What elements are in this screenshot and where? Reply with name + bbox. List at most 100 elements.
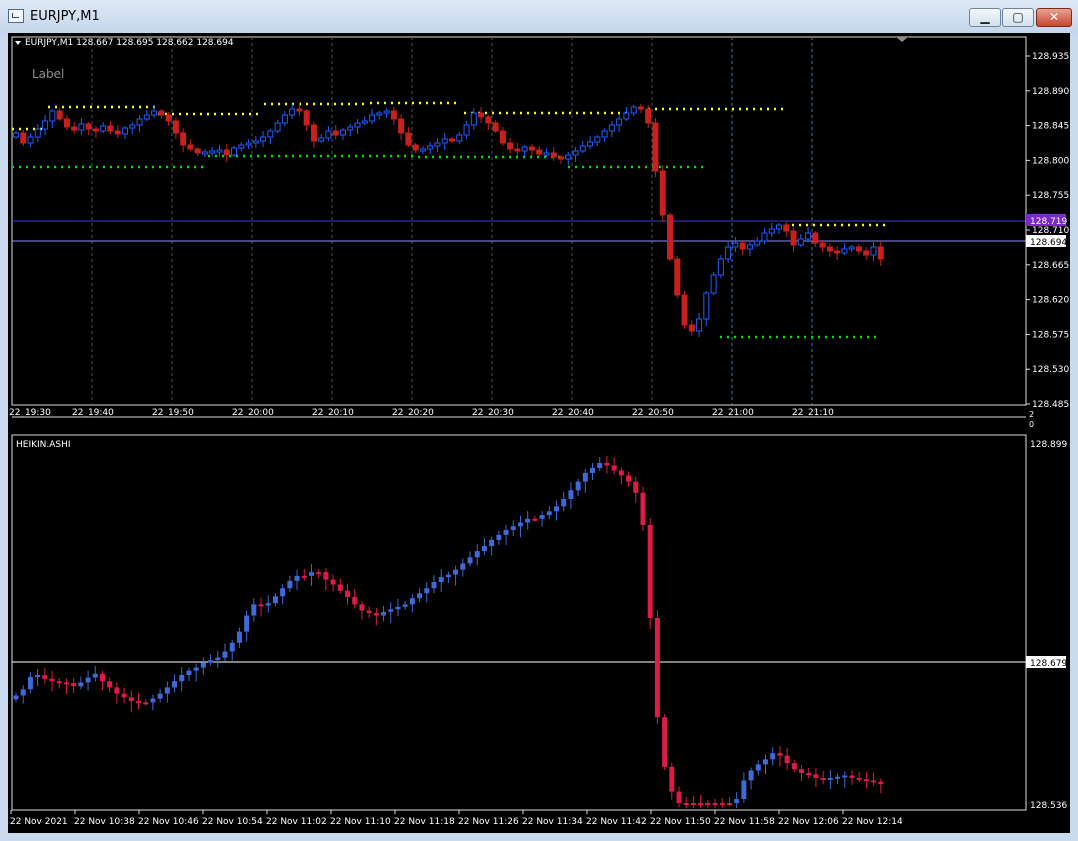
candle-body — [623, 112, 630, 120]
ha-candle-body — [215, 657, 221, 661]
minimize-button[interactable]: ▁ — [969, 8, 1001, 27]
ha-candle-body — [208, 660, 214, 663]
candle-body — [812, 232, 819, 244]
ha-candle-body — [42, 675, 48, 679]
price-tick-label: 128.890 — [1032, 87, 1069, 97]
candle-body — [151, 110, 158, 116]
ha-candle-body — [510, 526, 516, 530]
sub-price-top: 128.899 — [1030, 440, 1067, 450]
main-time-axis[interactable]: 22_19:30 22_19:40 22_19:50 22_20:00 22_20:10… — [9, 408, 1026, 418]
candle-body — [310, 124, 317, 142]
ha-candle-body — [590, 467, 596, 473]
ha-candle-body — [575, 481, 581, 491]
candle-body — [441, 138, 448, 144]
ha-candle-body — [604, 463, 610, 466]
ha-candle-body — [287, 580, 293, 589]
ha-candle-body — [726, 803, 732, 805]
close-icon: ✕ — [1048, 10, 1060, 24]
ha-candle-body — [734, 799, 740, 803]
candle-body — [434, 142, 441, 147]
window-titlebar[interactable]: EURJPY,M1 ▁ ▢ ✕ — [0, 0, 1078, 33]
ha-candle-body — [568, 490, 574, 499]
ha-candle-body — [193, 667, 199, 671]
ha-candle-body — [719, 803, 725, 805]
candle-body — [194, 148, 201, 154]
ha-candle-body — [770, 753, 776, 760]
ha-candle-body — [503, 529, 509, 535]
ha-candle-body — [561, 498, 567, 507]
ha-candle-body — [618, 470, 624, 476]
ha-candle-body — [755, 764, 761, 771]
candle-body — [281, 114, 288, 124]
ha-candle-body — [517, 522, 523, 527]
subwindow-scale-bottom: 0 — [1029, 420, 1034, 429]
candle-body — [514, 148, 521, 152]
ha-candle-body — [489, 539, 495, 547]
candle-body — [427, 145, 434, 150]
candle-body — [63, 118, 70, 128]
sub-time-axis[interactable]: 22 Nov 2021 22 Nov 10:38 22 Nov 10:46 22 No… — [10, 810, 903, 827]
ha-candle-body — [835, 776, 841, 779]
ha-candle-body — [323, 572, 329, 580]
ha-candle-body — [49, 678, 55, 682]
candle-body — [732, 242, 739, 248]
ha-candle-body — [683, 803, 689, 805]
main-chart[interactable]: EURJPY,M1 128.667 128.695 128.662 128.69… — [11, 36, 1027, 406]
ha-candle-body — [532, 518, 538, 521]
chart-area[interactable]: EURJPY,M1 128.667 128.695 128.662 128.69… — [8, 33, 1070, 833]
ha-candle-body — [431, 582, 437, 589]
candle-body — [361, 120, 368, 124]
ha-candle-body — [56, 681, 62, 684]
candle-body — [114, 130, 121, 135]
ha-candle-body — [806, 773, 812, 775]
chart-label-object[interactable]: Label — [32, 67, 64, 81]
candle-body — [761, 232, 768, 242]
time-axis-label: 22_20:10 — [312, 408, 354, 418]
candle-body — [507, 142, 514, 150]
ha-candle-body — [690, 803, 696, 805]
candle-body — [340, 129, 346, 136]
time-axis-label: 22_20:50 — [632, 408, 674, 418]
ha-candle-body — [582, 472, 588, 482]
candle-body — [383, 110, 390, 114]
ha-candle-body — [136, 701, 142, 704]
candle-body — [521, 146, 528, 152]
minimize-icon: ▁ — [980, 10, 990, 24]
sub-time-axis-label: 22 Nov 11:34 — [522, 817, 583, 827]
ha-candle-body — [272, 596, 278, 604]
ha-candle-body — [712, 803, 718, 805]
candle-body — [412, 144, 419, 151]
ha-candle-body — [63, 682, 69, 685]
candle-body — [49, 110, 56, 122]
candle-body — [608, 124, 615, 132]
candle-body — [855, 246, 862, 252]
candle-body — [71, 126, 78, 131]
ha-candle-body — [157, 693, 163, 699]
ha-candle-body — [85, 677, 91, 683]
ha-candle-body — [13, 695, 19, 700]
close-button[interactable]: ✕ — [1036, 8, 1072, 27]
time-axis-label: 22_20:30 — [472, 408, 514, 418]
ha-candle-body — [863, 779, 869, 782]
candle-body — [209, 150, 216, 154]
heikin-ashi-chart[interactable]: HEIKIN.ASHI — [11, 434, 1027, 811]
maximize-button[interactable]: ▢ — [1002, 8, 1034, 27]
ha-candle-body — [669, 766, 675, 792]
sub-time-axis-label: 22 Nov 11:42 — [586, 817, 647, 827]
candle-body — [165, 114, 172, 122]
candle-body — [616, 118, 623, 126]
candle-body — [667, 214, 673, 260]
ha-candle-body — [424, 588, 430, 594]
candle-body — [754, 240, 761, 246]
ha-candle-body — [777, 753, 783, 756]
price-tick-label: 128.485 — [1032, 400, 1069, 410]
candle-body — [834, 250, 841, 254]
candle-body — [56, 110, 63, 120]
ha-candle-body — [345, 590, 351, 597]
price-tick-label: 128.800 — [1032, 156, 1069, 166]
chart-svg[interactable]: EURJPY,M1 128.667 128.695 128.662 128.69… — [8, 33, 1070, 833]
ha-candle-body — [633, 481, 639, 493]
candle-body — [231, 147, 237, 156]
candle-body — [768, 228, 775, 234]
candle-body — [550, 152, 557, 158]
